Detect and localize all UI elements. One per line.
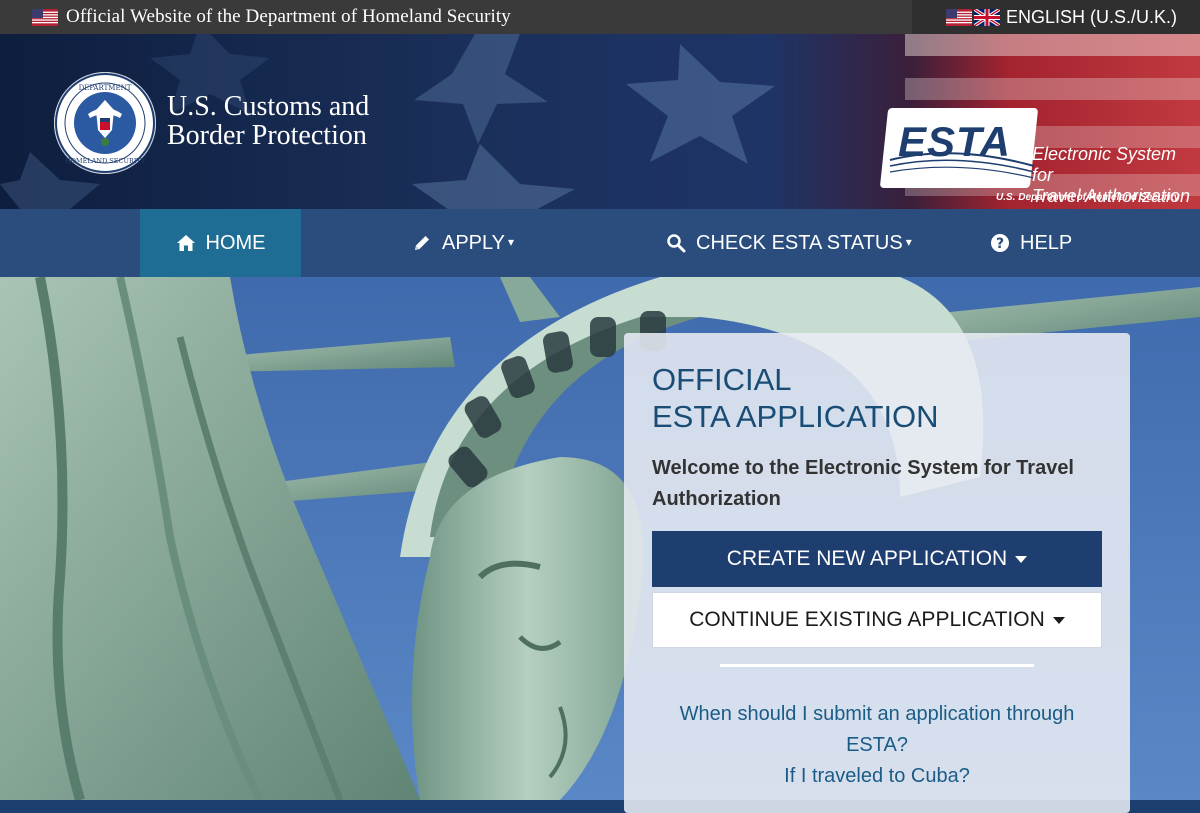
create-new-application-label: CREATE NEW APPLICATION (726, 547, 1008, 570)
svg-text:DEPARTMENT: DEPARTMENT (79, 84, 132, 92)
esta-application-panel: OFFICIAL ESTA APPLICATION Welcome to the… (624, 333, 1130, 813)
panel-title: OFFICIAL ESTA APPLICATION (652, 361, 939, 435)
language-label: ENGLISH (U.S./U.K.) (1006, 6, 1178, 27)
svg-text:?: ? (996, 236, 1004, 252)
panel-title-line2: ESTA APPLICATION (652, 399, 939, 434)
welcome-text: Welcome to the Electronic System for Tra… (652, 457, 1074, 510)
nav-item-home-label: HOME (205, 231, 266, 254)
faq-link-traveled-to-cuba[interactable]: If I traveled to Cuba? (652, 761, 1102, 792)
language-selector[interactable]: ENGLISH (U.S./U.K.) (912, 0, 1200, 34)
official-website-notice: Official Website of the Department of Ho… (32, 0, 511, 34)
create-new-application-button[interactable]: CREATE NEW APPLICATION (652, 531, 1102, 587)
dhs-seal-logo: DEPARTMENT HOMELAND SECURITY (54, 72, 156, 174)
official-banner: Official Website of the Department of Ho… (0, 0, 1200, 34)
esta-logo: ESTA Electronic System for Travel Author… (879, 108, 1198, 208)
site-header: DEPARTMENT HOMELAND SECURITY U.S. Custom… (0, 34, 1200, 209)
agency-name: U.S. Customs and Border Protection (167, 92, 369, 150)
nav-item-home[interactable]: HOME (140, 209, 301, 277)
continue-existing-application-button[interactable]: CONTINUE EXISTING APPLICATION (652, 592, 1102, 648)
main-navigation: HOME APPLY ▾ CHECK ESTA STATUS ▾ ? HELP (0, 209, 1200, 277)
agency-name-line1: U.S. Customs and (167, 91, 370, 122)
esta-department-text: U.S. Department of Homeland Security (996, 192, 1180, 203)
esta-wordmark: ESTA (898, 118, 1011, 165)
home-icon (176, 233, 196, 253)
question-circle-icon: ? (990, 233, 1010, 253)
us-flag-icon (946, 8, 972, 26)
panel-title-line1: OFFICIAL (652, 362, 792, 397)
panel-divider (720, 664, 1034, 667)
chevron-down-icon: ▾ (905, 235, 912, 249)
esta-tagline-line1: Electronic System for (1032, 144, 1177, 185)
chevron-down-icon: ▾ (508, 235, 515, 249)
faq-link-when-to-submit[interactable]: When should I submit an application thro… (652, 699, 1102, 761)
nav-item-help[interactable]: ? HELP (990, 209, 1072, 277)
uk-flag-icon (974, 8, 1000, 26)
pencil-icon (412, 233, 432, 253)
caret-down-icon (1052, 616, 1065, 624)
nav-item-check-esta-status-label: CHECK ESTA STATUS (696, 231, 903, 254)
official-website-text: Official Website of the Department of Ho… (66, 6, 511, 27)
us-flag-icon (32, 8, 58, 26)
nav-item-apply[interactable]: APPLY ▾ (412, 209, 514, 277)
nav-item-check-esta-status[interactable]: CHECK ESTA STATUS ▾ (666, 209, 912, 277)
nav-item-apply-label: APPLY (442, 231, 505, 254)
nav-item-help-label: HELP (1020, 231, 1073, 254)
agency-name-line2: Border Protection (167, 120, 367, 151)
continue-existing-application-label: CONTINUE EXISTING APPLICATION (689, 608, 1045, 631)
svg-text:HOMELAND SECURITY: HOMELAND SECURITY (65, 157, 146, 165)
search-icon (666, 233, 686, 253)
caret-down-icon (1015, 555, 1028, 563)
